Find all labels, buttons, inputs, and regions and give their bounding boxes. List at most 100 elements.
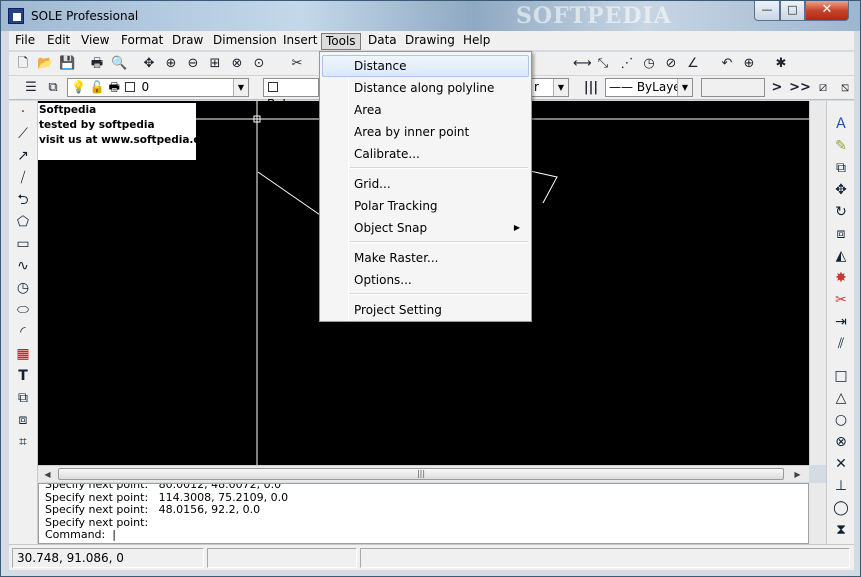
menu-item-calibrate[interactable]: Calibrate... [322,143,529,165]
undo-icon[interactable]: ↶ [719,56,735,72]
lineweight-combo[interactable]: r ▼ [531,78,569,97]
table-icon[interactable]: ⌗ [14,433,32,451]
menu-item-make-raster[interactable]: Make Raster... [322,247,529,269]
new-file-icon[interactable]: 🗋 [15,56,31,72]
print-icon[interactable]: 🖶 [89,56,105,72]
menu-format[interactable]: Format [117,33,167,50]
snap-intersection-icon[interactable]: ✕ [832,455,850,473]
menu-item-grid[interactable]: Grid... [322,173,529,195]
dimension-aligned-icon[interactable]: ⤡ [595,56,611,72]
properties-icon[interactable]: ⧄ [815,80,831,96]
rectangle-icon[interactable]: ▭ [14,235,32,253]
dimension-angle-icon[interactable]: ∠ [685,56,701,72]
snap-center-icon[interactable]: ○ [832,411,850,429]
app-logo-icon[interactable] [8,8,24,24]
menu-item-object-snap[interactable]: Object Snap ▶ [322,217,529,239]
extend-icon[interactable]: ⇥ [832,313,850,331]
dimension-radius-icon[interactable]: ◷ [641,56,657,72]
layer-combo[interactable]: 💡 🔓 🖶 0 ▼ [67,78,249,97]
scroll-left-icon[interactable]: ◀ [40,467,55,482]
text-style-icon[interactable]: Ａ [832,115,850,133]
color-combo[interactable]: ByLayer [263,78,319,111]
canvas-horizontal-scrollbar[interactable]: ◀ ||| ▶ [38,465,809,482]
menu-draw[interactable]: Draw [168,33,207,50]
menu-item-project-setting[interactable]: Project Setting [322,299,529,321]
cut-icon[interactable]: ✂ [289,56,305,72]
command-scrollbar[interactable] [809,483,826,544]
scroll-right-icon[interactable]: ▶ [790,467,805,482]
menu-drawing[interactable]: Drawing [401,33,459,50]
lineweight-icon[interactable]: ||| [583,80,599,96]
spline-icon[interactable]: ∿ [14,257,32,275]
menu-item-polar-tracking[interactable]: Polar Tracking [322,195,529,217]
layer-state-icon[interactable]: ⧉ [45,80,61,96]
snap-tangent-icon[interactable]: ◯ [832,499,850,517]
close-button[interactable]: ✕ [805,1,849,21]
open-folder-icon[interactable]: 📂 [37,56,53,72]
menu-file[interactable]: File [11,33,39,50]
canvas-vertical-scrollbar[interactable] [809,101,826,465]
menu-item-distance[interactable]: Distance [322,55,529,77]
menu-data[interactable]: Data [364,33,401,50]
minimize-button[interactable]: — [754,1,780,21]
snap-node-icon[interactable]: ⊗ [832,433,850,451]
command-prompt[interactable]: Command: | [45,528,808,542]
menu-item-options[interactable]: Options... [322,269,529,291]
pan-icon[interactable]: ✥ [141,56,157,72]
offset-icon[interactable]: ⫽ [832,335,850,353]
menu-edit[interactable]: Edit [43,33,74,50]
zoom-all-icon[interactable]: ⊙ [251,56,267,72]
menu-item-distance-polyline[interactable]: Distance along polyline [322,77,529,99]
menu-item-area[interactable]: Area [322,99,529,121]
next-icon[interactable]: > [769,80,785,96]
zoom-extents-icon[interactable]: ⊗ [229,56,245,72]
snap-nearest-icon[interactable]: ⧗ [832,521,850,539]
copy-object-icon[interactable]: ⧉ [832,159,850,177]
dimension-diameter-icon[interactable]: ⊘ [663,56,679,72]
hatch-icon[interactable]: ▦ [14,345,32,363]
title-bar[interactable]: SOLE Professional SOFTPEDIA — □ ✕ [1,1,860,31]
menu-item-area-inner-point[interactable]: Area by inner point [322,121,529,143]
mirror-icon[interactable]: ◭ [832,247,850,265]
polygon-icon[interactable]: ⬠ [14,213,32,231]
circle-icon[interactable]: ◷ [14,279,32,297]
save-icon[interactable]: 💾 [59,56,75,72]
erase-icon[interactable]: ✎ [832,137,850,155]
command-history[interactable]: Specify next point: 80.0012, 48.0072, 0.… [38,483,809,544]
trim-icon[interactable]: ✂ [832,291,850,309]
print-preview-icon[interactable]: 🔍 [111,56,127,72]
zoom-out-icon[interactable]: ⊖ [185,56,201,72]
menu-dimension[interactable]: Dimension [209,33,281,50]
zoom-in-icon[interactable]: ⊕ [163,56,179,72]
dimension-ordinate-icon[interactable]: ⋰ [619,56,635,72]
empty-combo[interactable] [701,78,765,97]
line-icon[interactable]: ⟋ [14,125,32,143]
snap-perpendicular-icon[interactable]: ⊥ [832,477,850,495]
ray-icon[interactable]: ↗ [14,147,32,165]
menu-help[interactable]: Help [459,33,494,50]
chevron-down-icon[interactable]: ▼ [553,79,568,96]
match-properties-icon[interactable]: ⧅ [837,80,853,96]
chevron-down-icon[interactable]: ▼ [677,79,692,96]
snap-midpoint-icon[interactable]: △ [832,389,850,407]
snap-endpoint-icon[interactable]: □ [832,367,850,385]
scale-icon[interactable]: ⧈ [832,225,850,243]
rotate-icon[interactable]: ↻ [832,203,850,221]
arc-icon[interactable]: ◜ [14,323,32,341]
chevron-down-icon[interactable]: ▼ [233,79,248,96]
insert-block-icon[interactable]: ⧉ [14,389,32,407]
point-icon[interactable]: · [14,103,32,121]
maximize-button[interactable]: □ [780,1,805,21]
dimension-linear-icon[interactable]: ⟷ [573,56,592,72]
text-icon[interactable]: T [14,367,32,385]
explode-icon[interactable]: ✸ [832,269,850,287]
redraw-icon[interactable]: ✱ [773,56,789,72]
make-block-icon[interactable]: ⧈ [14,411,32,429]
xline-icon[interactable]: ⧸ [14,169,32,187]
layer-manager-icon[interactable]: ☰ [23,80,39,96]
center-mark-icon[interactable]: ⊕ [741,56,757,72]
more-icon[interactable]: >> [789,80,811,96]
scroll-thumb[interactable]: ||| [58,468,784,480]
move-icon[interactable]: ✥ [832,181,850,199]
polyline-icon[interactable]: ⮌ [14,191,32,209]
